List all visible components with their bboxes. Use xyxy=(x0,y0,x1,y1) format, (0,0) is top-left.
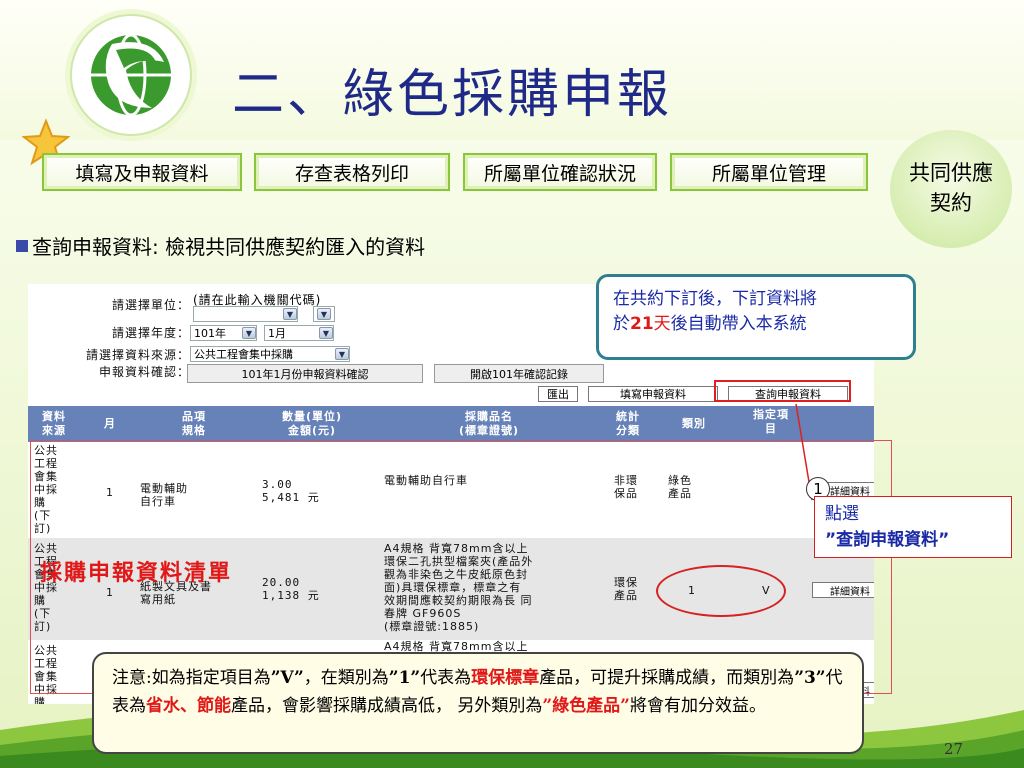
note-eco-label: 環保標章 xyxy=(471,668,540,688)
callout-days: 21 xyxy=(630,314,654,334)
step-line2: ”查詢申報資料” xyxy=(825,530,950,550)
category-highlight-ellipse xyxy=(656,565,786,617)
note-text: 注意:如為指定項目為 xyxy=(112,668,271,688)
note-text: 產品，會影響採購成績高低， 另外類別為 xyxy=(231,696,543,716)
note-text: ，在類別為 xyxy=(303,668,389,688)
callout-line1: 在共約下訂後，下訂資料將 xyxy=(613,289,817,309)
note-text: 將會有加分效益。 xyxy=(629,696,766,716)
step-line1: 點選 xyxy=(825,504,859,524)
note-box: 注意:如為指定項目為”V”，在類別為”1”代表為環保標章產品，可提升採購成績，而… xyxy=(92,652,864,754)
click-query-callout: 點選 ”查詢申報資料” xyxy=(814,496,1012,558)
note-text: 代表為 xyxy=(420,668,472,688)
callout-text: 後自動帶入本系統 xyxy=(670,314,807,334)
note-v: ”V” xyxy=(270,668,304,688)
note-one: ”1” xyxy=(388,668,421,688)
note-three: ”3” xyxy=(794,668,826,688)
callout-line2: 於21天後自動帶入本系統 xyxy=(613,312,899,337)
auto-import-callout: 在共約下訂後，下訂資料將 於21天後自動帶入本系統 xyxy=(596,274,916,360)
callout-text: 於 xyxy=(613,314,630,334)
note-green: ”綠色產品” xyxy=(542,696,630,716)
callout-unit: 天 xyxy=(653,314,671,334)
note-saving: 省水、節能 xyxy=(146,696,231,716)
note-text: 產品，可提升採購成績，而類別為 xyxy=(539,668,795,688)
page-number: 27 xyxy=(944,740,964,758)
purchase-list-label: 採購申報資料清單 xyxy=(40,560,233,586)
